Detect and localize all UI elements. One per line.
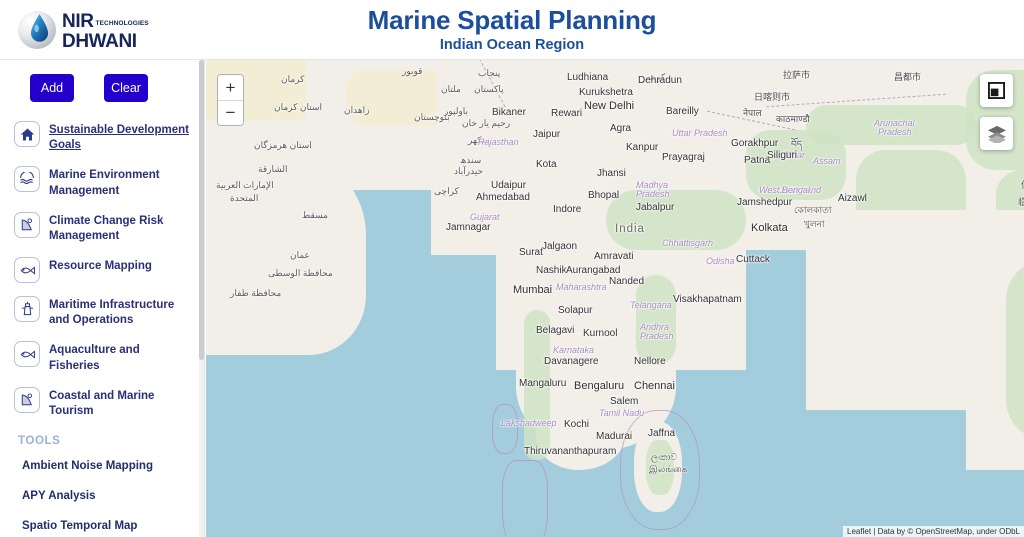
forest-indochina — [1006, 260, 1024, 440]
logo-mark — [18, 9, 60, 51]
logo-technologies-text: TECHNOLOGIES — [95, 20, 149, 27]
tool-item-ambient-noise-mapping[interactable]: Ambient Noise Mapping — [0, 451, 204, 481]
sidebar-scrollbar-thumb[interactable] — [199, 60, 204, 360]
map-attribution[interactable]: Leaflet | Data by © OpenStreetMap, under… — [843, 526, 1024, 537]
sidebar-item-maritime-infrastructure-and-operations[interactable]: Maritime Infrastructure and Operations — [0, 289, 204, 334]
eez-sri-lanka — [620, 410, 700, 530]
climate-curve-icon — [14, 386, 40, 413]
map-container[interactable]: کرمان پنجاب قوبور ملتان پاکستان کویتہ استان کر… — [206, 60, 1024, 537]
eez-maldives — [502, 460, 548, 537]
home-icon — [14, 121, 40, 147]
sidebar-action-buttons: Add Clear — [0, 60, 204, 110]
forest-western-ghats — [524, 310, 550, 460]
zoom-in-button[interactable]: + — [218, 75, 243, 100]
forest-eastern-ghats — [636, 275, 676, 365]
sidebar-item-label: Marine Environment Management — [49, 169, 160, 197]
sidebar: Add Clear Sustainable Development Goals M… — [0, 60, 205, 537]
sidebar-nav-list: Sustainable Development Goals Marine Envi… — [0, 110, 204, 425]
clear-button[interactable]: Clear — [104, 74, 148, 102]
sidebar-item-label: Climate Change Risk Management — [49, 214, 164, 242]
tool-item-spatio-temporal-map[interactable]: Spatio Temporal Map — [0, 511, 204, 537]
sidebar-item-label: Sustainable Development Goals — [49, 124, 189, 152]
sidebar-item-label: Maritime Infrastructure and Operations — [49, 299, 175, 327]
map-zoom-control[interactable]: + − — [217, 74, 244, 126]
fish-icon — [14, 257, 40, 284]
layers-button[interactable] — [980, 117, 1013, 150]
zoom-out-button[interactable]: − — [218, 100, 243, 125]
fullscreen-icon — [988, 82, 1005, 99]
logo-dhwani-text: DHWANI — [62, 30, 137, 52]
logo-nir-text: NIR — [62, 10, 94, 32]
sidebar-scrollbar-track[interactable] — [199, 60, 204, 537]
sidebar-scroll-area: Add Clear Sustainable Development Goals M… — [0, 60, 204, 537]
sidebar-item-coastal-and-marine-tourism[interactable]: Coastal and Marine Tourism — [0, 380, 204, 425]
sidebar-item-label: Resource Mapping — [49, 260, 152, 273]
landmass-oman — [206, 155, 366, 355]
forest-northeast — [746, 130, 846, 200]
app-header: NIR TECHNOLOGIES DHWANI Marine Spatial P… — [0, 0, 1024, 60]
sidebar-item-climate-change-risk-management[interactable]: Climate Change Risk Management — [0, 205, 204, 250]
sidebar-item-label: Coastal and Marine Tourism — [49, 389, 155, 417]
climate-curve-icon — [14, 211, 40, 238]
sidebar-item-sustainable-development-goals[interactable]: Sustainable Development Goals — [0, 114, 204, 159]
lighthouse-icon — [14, 296, 40, 323]
brand-logo[interactable]: NIR TECHNOLOGIES DHWANI — [18, 7, 158, 53]
map-canvas[interactable]: کرمان پنجاب قوبور ملتان پاکستان کویتہ استان کر… — [206, 60, 1024, 537]
sidebar-item-resource-mapping[interactable]: Resource Mapping — [0, 250, 204, 289]
water-drop-icon — [30, 14, 49, 42]
layers-icon — [987, 125, 1006, 143]
landmass-gujarat — [431, 185, 531, 255]
logo-wordmark: NIR TECHNOLOGIES DHWANI — [62, 10, 149, 51]
map-right-controls — [980, 74, 1013, 150]
tools-list: Ambient Noise Mapping APY Analysis Spatio … — [0, 451, 204, 537]
fish-icon — [14, 341, 40, 368]
eez-lakshadweep — [492, 404, 518, 454]
sidebar-item-marine-environment-management[interactable]: Marine Environment Management — [0, 159, 204, 204]
tool-item-apy-analysis[interactable]: APY Analysis — [0, 481, 204, 511]
fullscreen-button[interactable] — [980, 74, 1013, 107]
sidebar-item-label: Aquaculture and Fisheries — [49, 344, 140, 372]
app-root: NIR TECHNOLOGIES DHWANI Marine Spatial P… — [0, 0, 1024, 537]
tools-section-header: TOOLS — [18, 435, 61, 448]
forest-central-india — [606, 190, 746, 250]
sidebar-item-aquaculture-and-fisheries[interactable]: Aquaculture and Fisheries — [0, 334, 204, 379]
add-button[interactable]: Add — [30, 74, 74, 102]
waves-icon — [14, 166, 40, 193]
